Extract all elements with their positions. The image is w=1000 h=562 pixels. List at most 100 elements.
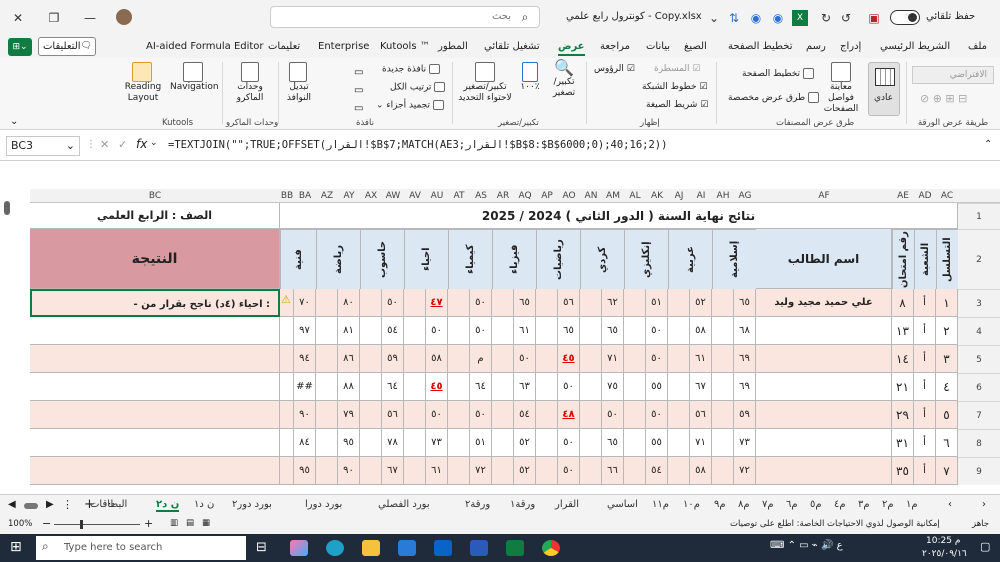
cell-serial[interactable]: ٥ xyxy=(936,401,958,429)
cell-score[interactable]: ٥٥ xyxy=(646,373,668,401)
cell-score[interactable]: ٦٧ xyxy=(690,373,712,401)
edge-icon[interactable] xyxy=(326,540,344,556)
cell-empty[interactable] xyxy=(668,289,690,317)
header-subject[interactable]: إنكليزي xyxy=(624,229,668,289)
cell-score[interactable]: ٥٦ xyxy=(558,289,580,317)
column-header-ag[interactable]: AG xyxy=(734,189,756,203)
cell-score[interactable]: ٦٥ xyxy=(602,429,624,457)
gridlines-checkbox[interactable]: خطوط الشبكة ☑ xyxy=(642,82,708,93)
macros-button[interactable]: وحدات الماكرو xyxy=(228,62,272,104)
cell-score[interactable]: ٦٨ xyxy=(734,317,756,345)
navigation-button[interactable]: Navigation xyxy=(170,62,219,93)
word-icon[interactable] xyxy=(470,540,488,556)
cell-score[interactable]: ٥٤ xyxy=(382,317,404,345)
column-header-ak[interactable]: AK xyxy=(646,189,668,203)
notification-icon[interactable]: ▢ xyxy=(980,540,990,553)
cell-empty[interactable] xyxy=(280,457,294,485)
cell-empty[interactable] xyxy=(712,373,734,401)
cell-score[interactable]: ٥٥ xyxy=(646,429,668,457)
sheet-tab[interactable]: م٨ xyxy=(738,499,750,510)
sheet-tab[interactable]: م٦ xyxy=(786,499,798,510)
cell-empty[interactable] xyxy=(492,429,514,457)
cell-empty[interactable] xyxy=(624,457,646,485)
cell-score[interactable]: ٦١ xyxy=(426,457,448,485)
cell-empty[interactable] xyxy=(360,289,382,317)
header-subject[interactable]: عربية xyxy=(668,229,712,289)
cell-score[interactable]: ٥٠ xyxy=(470,289,492,317)
cell-score[interactable]: ٥٠ xyxy=(558,429,580,457)
sheet-view-dropdown[interactable]: الافتراضي xyxy=(912,66,994,84)
sheet-tab[interactable]: م٩ xyxy=(714,499,726,510)
cell-empty[interactable] xyxy=(448,317,470,345)
cell-score[interactable]: ٧٥ xyxy=(602,373,624,401)
cell-empty[interactable] xyxy=(668,429,690,457)
cell-score[interactable]: ٦٩ xyxy=(734,345,756,373)
windows-start-icon[interactable]: ⊞ xyxy=(10,539,22,555)
circle-icon[interactable]: ◉ xyxy=(748,10,764,26)
column-header-az[interactable]: AZ xyxy=(316,189,338,203)
column-header-am[interactable]: AM xyxy=(602,189,624,203)
copilot-icon[interactable] xyxy=(290,540,308,556)
cell-empty[interactable] xyxy=(536,317,558,345)
zoom-out-icon[interactable]: − xyxy=(42,517,51,530)
cell-score[interactable]: ٥٠ xyxy=(470,317,492,345)
cell-empty[interactable] xyxy=(280,373,294,401)
cell-empty[interactable] xyxy=(316,429,338,457)
cell-score[interactable]: ٥١ xyxy=(646,289,668,317)
sheet-tab[interactable]: القرار xyxy=(555,499,579,510)
cell-empty[interactable] xyxy=(712,401,734,429)
column-header-aq[interactable]: AQ xyxy=(514,189,536,203)
cell-score[interactable]: ٩٧ xyxy=(294,317,316,345)
row-header[interactable]: 3 xyxy=(958,289,1000,317)
cell-exam-no[interactable]: ١٣ xyxy=(892,317,914,345)
confirm-icon[interactable]: ✓ xyxy=(118,138,127,151)
cell-score[interactable]: ٤٧ xyxy=(426,289,448,317)
header-section[interactable]: الشعبة xyxy=(914,229,936,289)
page-layout-view-button[interactable]: تخطيط الصفحة xyxy=(742,68,814,80)
cell-score[interactable]: ٧٣ xyxy=(426,429,448,457)
cell-empty[interactable] xyxy=(316,373,338,401)
sheet-tab[interactable]: م٥ xyxy=(810,499,822,510)
cell-result[interactable] xyxy=(30,457,280,485)
cell-empty[interactable] xyxy=(448,289,470,317)
circle-icon-2[interactable]: ◉ xyxy=(770,10,786,26)
cancel-icon[interactable]: ✕ xyxy=(100,138,109,151)
sheet-tab[interactable]: م٣ xyxy=(858,499,870,510)
cell-empty[interactable] xyxy=(668,457,690,485)
cell-empty[interactable] xyxy=(536,345,558,373)
menu-ai-formula[interactable]: AI-aided Formula Editor xyxy=(146,41,264,52)
cell-empty[interactable] xyxy=(492,289,514,317)
cell-score[interactable]: ٥٤ xyxy=(514,401,536,429)
cell-score[interactable]: ٥٠ xyxy=(646,345,668,373)
cell-section[interactable]: أ xyxy=(914,401,936,429)
sheet-tab[interactable]: ن د٢ xyxy=(156,499,180,512)
cell-result[interactable] xyxy=(30,401,280,429)
cell-empty[interactable] xyxy=(712,429,734,457)
vertical-split-handle[interactable] xyxy=(4,201,10,215)
cell-section[interactable]: أ xyxy=(914,345,936,373)
cell-empty[interactable] xyxy=(712,289,734,317)
cell-score[interactable]: ٥٤ xyxy=(646,457,668,485)
sheet-tab[interactable]: م١٠ xyxy=(683,499,700,510)
cell-score[interactable]: ٦١ xyxy=(690,345,712,373)
cell-exam-no[interactable]: ١٤ xyxy=(892,345,914,373)
tray-icons[interactable]: ⌨ ⌃ ▭ ⌁ 🔊 ع xyxy=(770,540,843,551)
cell-score[interactable]: ٥٨ xyxy=(690,457,712,485)
cell-score[interactable]: ٩٥ xyxy=(338,429,360,457)
cell-score[interactable]: ٦١ xyxy=(514,317,536,345)
header-subject[interactable]: رياضة xyxy=(316,229,360,289)
cell-serial[interactable]: ٢ xyxy=(936,317,958,345)
undo-icon[interactable]: ↺ xyxy=(838,10,854,26)
header-subject[interactable]: فيزياء xyxy=(492,229,536,289)
store-icon[interactable] xyxy=(398,540,416,556)
cell-serial[interactable]: ٤ xyxy=(936,373,958,401)
column-header-bb[interactable]: BB xyxy=(280,189,294,203)
cell-score[interactable]: ٨٤ xyxy=(294,429,316,457)
cell-student-name[interactable] xyxy=(756,373,892,401)
cell-empty[interactable] xyxy=(580,289,602,317)
cell-score[interactable]: ٦٢ xyxy=(602,289,624,317)
custom-views-button[interactable]: طرق عرض مخصصة xyxy=(728,92,819,104)
cell-empty[interactable] xyxy=(280,401,294,429)
cell-empty[interactable] xyxy=(624,401,646,429)
excel-taskbar-icon[interactable] xyxy=(506,540,524,556)
